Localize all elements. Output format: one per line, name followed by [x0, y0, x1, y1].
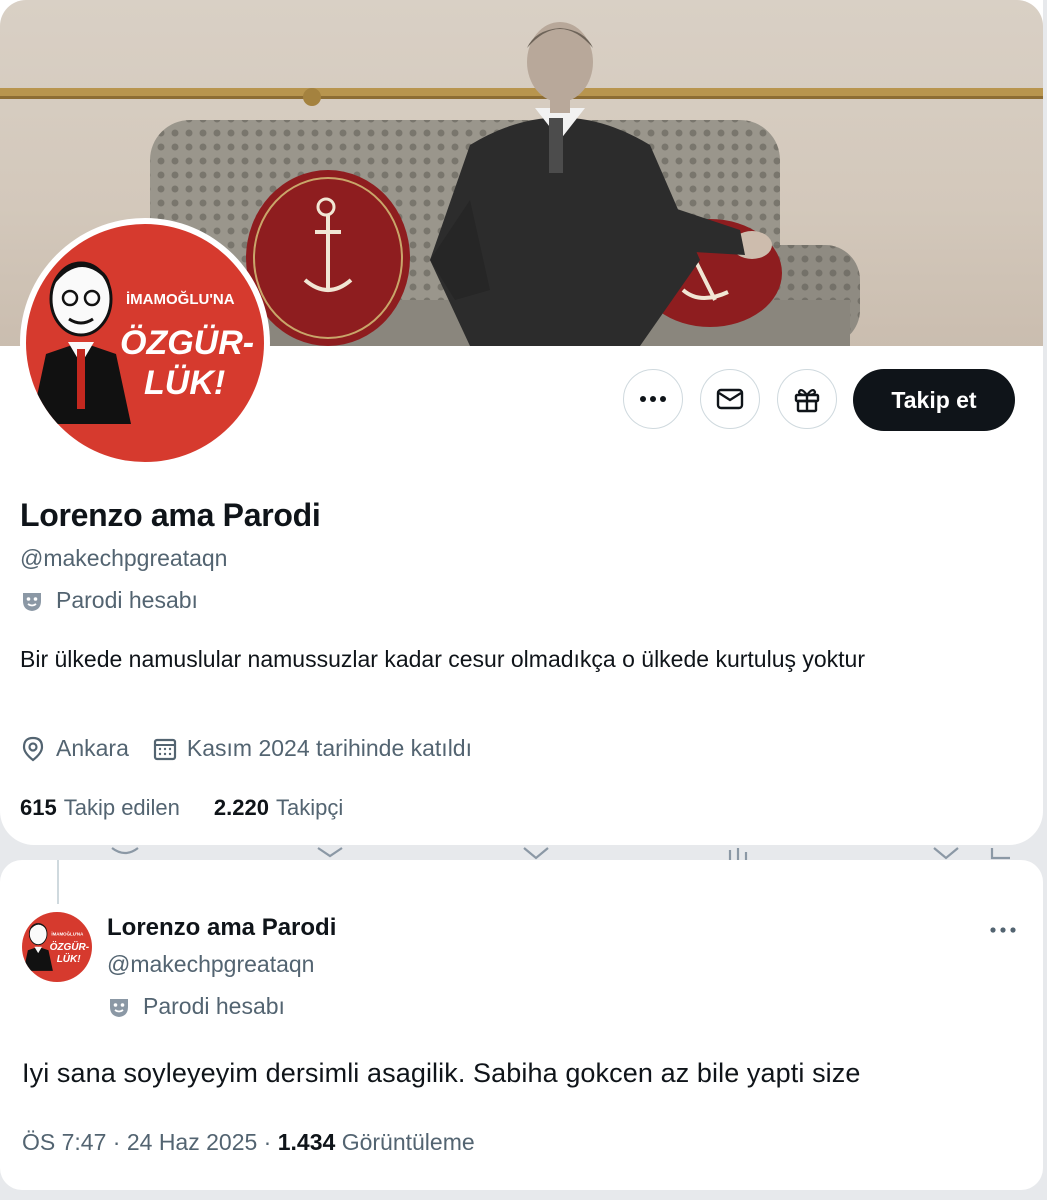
svg-text:ÖZGÜR-: ÖZGÜR- — [120, 324, 254, 362]
svg-text:LÜK!: LÜK! — [144, 364, 225, 402]
tweet-views-label: Görüntüleme — [341, 1129, 475, 1155]
following-label: Takip edilen — [63, 795, 180, 820]
location-pin-icon — [22, 736, 44, 761]
parody-mask-icon — [23, 592, 41, 611]
tweet-time[interactable]: ÖS 7:47 — [22, 1129, 106, 1155]
parody-label: Parodi hesabı — [143, 993, 285, 1019]
profile-location: Ankara — [56, 735, 129, 761]
followers-link[interactable]: 2.220 Takipçi — [214, 795, 343, 821]
svg-text:ÖZGÜR-: ÖZGÜR- — [50, 940, 90, 953]
tweet-views-count: 1.434 — [277, 1129, 336, 1155]
gift-icon — [794, 388, 820, 413]
more-options-button[interactable] — [623, 369, 683, 429]
parody-mask-icon — [110, 998, 128, 1017]
gift-button[interactable] — [777, 369, 837, 429]
avatar-image: İMAMOĞLU'NA ÖZGÜR- LÜK! — [26, 224, 264, 462]
profile-joined-date: Kasım 2024 tarihinde katıldı — [186, 735, 472, 761]
profile-card: İMAMOĞLU'NA ÖZGÜR- LÜK! Takip et Lorenzo… — [0, 0, 1043, 845]
calendar-icon — [153, 738, 176, 760]
separator-dot: · — [263, 1129, 278, 1155]
message-button[interactable] — [700, 369, 760, 429]
tweet-date[interactable]: 24 Haz 2025 — [127, 1129, 257, 1155]
svg-text:LÜK!: LÜK! — [57, 952, 82, 965]
followers-label: Takipçi — [275, 795, 344, 820]
more-horizontal-icon — [640, 396, 666, 402]
profile-avatar[interactable]: İMAMOĞLU'NA ÖZGÜR- LÜK! — [20, 218, 270, 468]
following-count: 615 — [20, 795, 57, 820]
tweet-author-avatar[interactable]: İMAMOĞLU'NA ÖZGÜR- LÜK! — [22, 912, 92, 982]
tweet-meta: ÖS 7:47 · 24 Haz 2025 · 1.434 Görüntülem… — [22, 1129, 475, 1156]
profile-display-name: Lorenzo ama Parodi — [20, 497, 321, 533]
following-link[interactable]: 615 Takip edilen — [20, 795, 180, 821]
svg-text:İMAMOĞLU'NA: İMAMOĞLU'NA — [126, 290, 235, 308]
parody-label: Parodi hesabı — [56, 587, 198, 613]
envelope-icon — [716, 388, 744, 410]
tweet-more-button[interactable] — [983, 912, 1023, 948]
tweet-text: Iyi sana soyleyeyim dersimli asagilik. S… — [22, 1058, 861, 1088]
tweet-author-name[interactable]: Lorenzo ama Parodi — [107, 914, 336, 942]
follow-button[interactable]: Takip et — [853, 369, 1015, 431]
avatar-image: İMAMOĞLU'NA ÖZGÜR- LÜK! — [22, 912, 92, 982]
profile-stats: 615 Takip edilen 2.220 Takipçi — [20, 795, 377, 821]
followers-count: 2.220 — [213, 795, 269, 820]
svg-text:İMAMOĞLU'NA: İMAMOĞLU'NA — [51, 930, 84, 937]
profile-meta: Ankara Kasım 2024 tarihinde katıldı — [20, 735, 496, 762]
profile-handle: @makechpgreataqn — [20, 545, 228, 571]
parody-label-row: Parodi hesabı — [20, 587, 198, 614]
thread-connector-line — [57, 860, 59, 904]
tweet-author-handle[interactable]: @makechpgreataqn — [107, 951, 314, 978]
more-horizontal-icon — [990, 927, 1016, 933]
tweet-parody-label-row: Parodi hesabı — [107, 993, 285, 1020]
profile-bio: Bir ülkede namuslular namussuzlar kadar … — [20, 646, 866, 672]
separator-dot: · — [112, 1129, 127, 1155]
